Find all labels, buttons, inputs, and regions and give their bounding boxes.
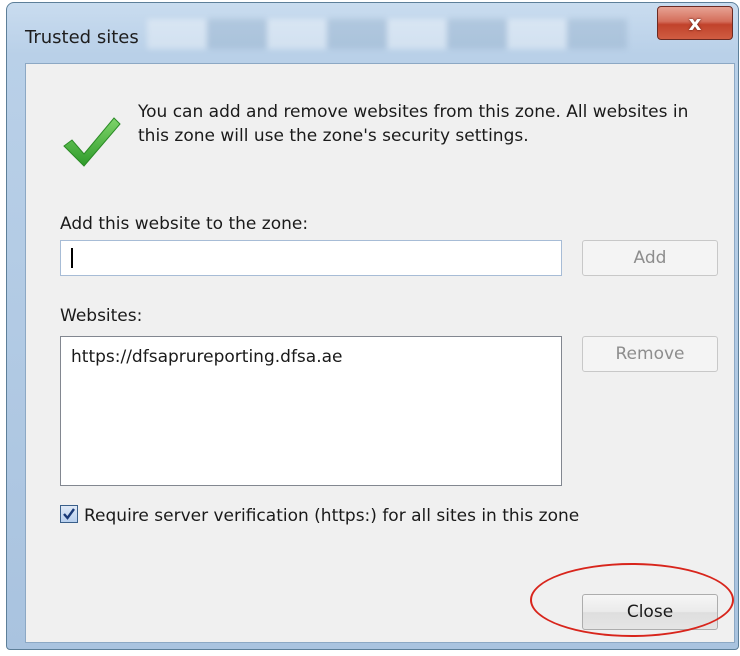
close-icon: x [688, 11, 702, 35]
websites-list[interactable]: https://dfsaprureporting.dfsa.ae [60, 336, 562, 486]
dialog-body: You can add and remove websites from thi… [25, 63, 735, 643]
add-website-input[interactable] [60, 240, 562, 276]
checkbox-check-icon [63, 508, 75, 520]
require-https-checkbox[interactable] [60, 505, 78, 523]
add-button[interactable]: Add [582, 240, 718, 276]
remove-button[interactable]: Remove [582, 336, 718, 372]
websites-label: Websites: [60, 306, 143, 326]
list-item[interactable]: https://dfsaprureporting.dfsa.ae [71, 347, 343, 367]
checkmark-icon [63, 117, 121, 167]
window-title: Trusted sites [25, 27, 139, 48]
add-website-label: Add this website to the zone: [60, 214, 309, 234]
intro-text: You can add and remove websites from thi… [138, 100, 728, 148]
window-close-button[interactable]: x [657, 6, 733, 40]
require-https-label: Require server verification (https:) for… [84, 506, 580, 526]
trusted-sites-dialog: Trusted sites x You can add and remove w… [6, 2, 739, 650]
intro-line-2: this zone will use the zone's security s… [138, 126, 529, 146]
intro-line-1: You can add and remove websites from thi… [138, 102, 689, 122]
red-highlight-ellipse [530, 563, 734, 637]
background-tabs [147, 19, 627, 49]
text-caret [71, 248, 73, 268]
